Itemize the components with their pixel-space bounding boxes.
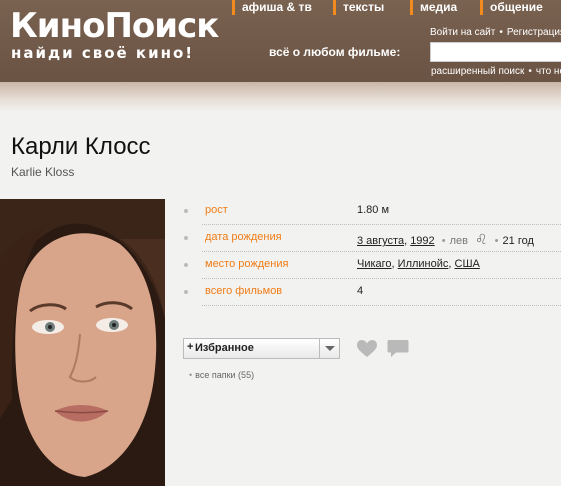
separator: • [441, 235, 446, 247]
original-name: Karlie Kloss [11, 165, 75, 179]
nav-community[interactable]: общение [480, 0, 543, 15]
all-folders-label[interactable]: все папки (55) [195, 370, 254, 380]
city-link[interactable]: Чикаго [357, 258, 392, 270]
site-logo[interactable]: КиноПоиск [10, 6, 219, 46]
nav-afisha[interactable]: афиша & тв [232, 0, 312, 15]
site-header: КиноПоиск найди своё кино! афиша & тв те… [0, 0, 561, 82]
chevron-down-icon [325, 346, 335, 351]
nav-media[interactable]: медиа [410, 0, 457, 15]
row-divider [202, 278, 561, 279]
page-title: Карли Клосс [11, 133, 151, 160]
films-count: 4 [357, 285, 364, 297]
heart-icon[interactable] [357, 340, 377, 358]
advanced-search-link[interactable]: расширенный поиск [431, 66, 524, 77]
films-label: всего фильмов [205, 285, 283, 297]
favorites-label: Избранное [195, 342, 254, 354]
person-photo[interactable] [0, 199, 165, 486]
separator: • [494, 235, 499, 247]
plus-icon: + [187, 341, 194, 353]
search-input[interactable] [430, 42, 561, 62]
whats-new-link[interactable]: что нового [536, 66, 561, 77]
height-label: рост [205, 204, 228, 216]
birth-value: 3 августа, 1992 • лев ♌ • 21 год [357, 231, 534, 247]
header-gradient-band [0, 82, 561, 112]
register-link[interactable]: Регистрация [507, 27, 561, 38]
row-divider [202, 224, 561, 225]
row-divider [202, 305, 561, 306]
height-value: 1.80 м [357, 204, 390, 216]
age-value: 21 год [502, 235, 534, 247]
info-row-height: рост 1.80 м [184, 199, 561, 225]
birthplace-label: место рождения [205, 258, 289, 270]
zodiac-sign-link[interactable]: лев [450, 235, 468, 247]
all-folders-link[interactable]: • все папки (55) [189, 370, 254, 380]
birth-label: дата рождения [205, 231, 282, 243]
portrait-image [0, 199, 165, 486]
info-row-birth: дата рождения 3 августа, 1992 • лев ♌ • 21… [184, 226, 561, 252]
state-link[interactable]: Иллинойс [398, 258, 449, 270]
row-bullet [184, 263, 188, 267]
comment-icon[interactable] [387, 339, 409, 359]
search-label: всё о любом фильме: [269, 45, 401, 59]
row-bullet [184, 236, 188, 240]
search-links: расширенный поиск•что нового [431, 66, 561, 77]
login-link[interactable]: Войти на сайт [430, 27, 495, 38]
leo-zodiac-icon: ♌ [475, 231, 488, 247]
info-row-films: всего фильмов 4 [184, 280, 561, 306]
site-tagline: найди своё кино! [11, 44, 195, 62]
favorites-dropdown[interactable]: + Избранное [183, 338, 340, 359]
auth-links: Войти на сайт • Регистрация [430, 27, 561, 38]
birth-year-link[interactable]: 1992 [410, 235, 434, 247]
country-link[interactable]: США [455, 258, 480, 270]
row-bullet [184, 290, 188, 294]
info-row-place: место рождения Чикаго, Иллинойс, США [184, 253, 561, 279]
nav-texts[interactable]: тексты [333, 0, 384, 15]
row-divider [202, 251, 561, 252]
birth-date-link[interactable]: 3 августа [357, 235, 404, 247]
row-bullet [184, 209, 188, 213]
dropdown-toggle[interactable] [319, 339, 339, 358]
birthplace-value: Чикаго, Иллинойс, США [357, 258, 480, 270]
